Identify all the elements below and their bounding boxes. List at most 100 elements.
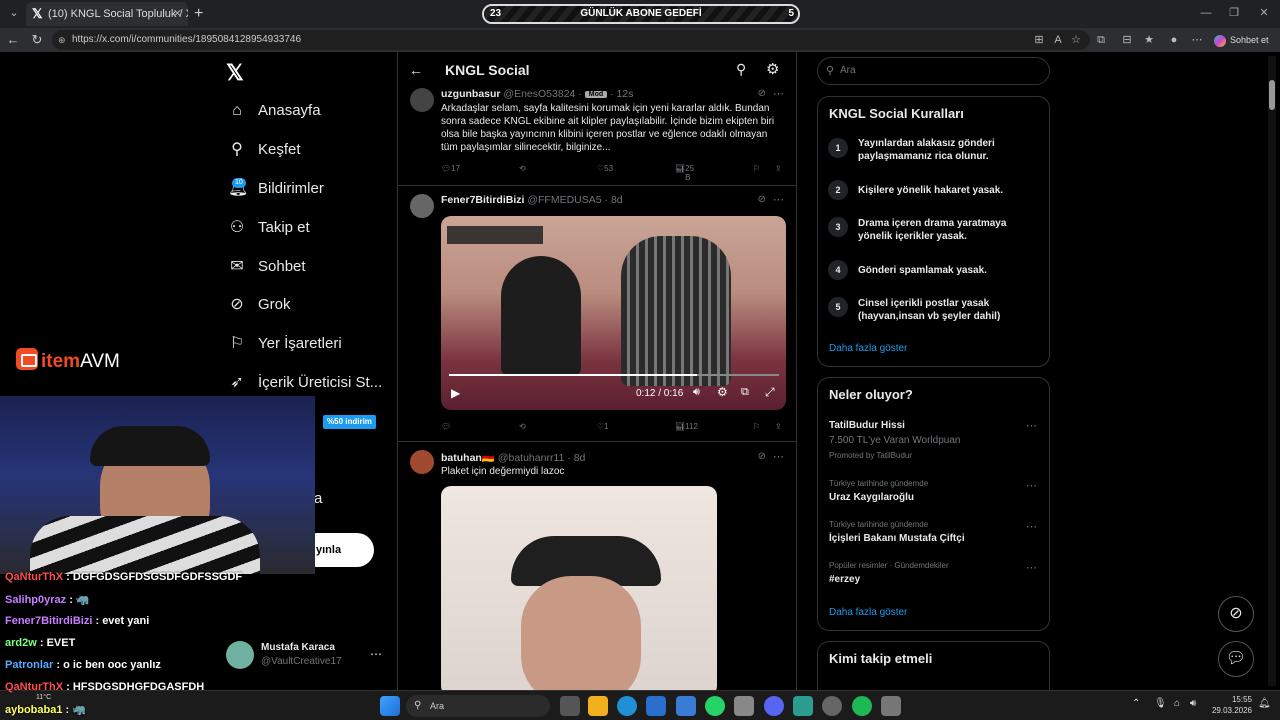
start-icon[interactable] [380, 696, 400, 716]
refresh-icon[interactable]: ↻ [27, 30, 47, 50]
discord-icon[interactable] [764, 696, 784, 716]
share-icon[interactable]: ⇪ [775, 422, 782, 431]
volume-icon[interactable]: 🔊︎ [693, 386, 700, 399]
window-close-icon[interactable]: ✕ [1254, 4, 1274, 22]
scrollbar-thumb[interactable] [1269, 80, 1275, 110]
grok-explain-icon[interactable]: ⊘ [758, 88, 766, 99]
video-player[interactable]: ▶ 0:12 / 0:16 🔊︎ ⚙ ⧉ ⤢ [441, 216, 786, 410]
messages-fab-icon[interactable]: 💬︎ [1218, 641, 1254, 677]
nav-messages[interactable]: ✉ Sohbet [228, 257, 305, 277]
taskbar-search[interactable]: ⚲ Ara [406, 695, 550, 717]
tray-expand-icon[interactable]: ⌃ [1132, 698, 1140, 709]
trend-title[interactable]: İçişleri Bakanı Mustafa Çiftçi [829, 533, 965, 544]
nav-explore[interactable]: ⚲ Keşfet [228, 140, 300, 160]
nav-grok[interactable]: ⊘ Grok [228, 295, 290, 315]
mail-app-icon[interactable] [676, 696, 696, 716]
trend-more-icon[interactable]: ⋯ [1026, 419, 1037, 432]
post-more-icon[interactable]: ⋯ [773, 87, 784, 100]
post-image[interactable] [441, 486, 717, 692]
nav-follow[interactable]: ⚇ Takip et [228, 218, 310, 238]
x-logo-icon[interactable]: 𝕏 [226, 60, 244, 86]
nav-home[interactable]: ⌂ Anasayfa [228, 101, 320, 121]
new-tab-icon[interactable]: + [194, 4, 203, 24]
back-arrow-icon[interactable]: ← [409, 62, 423, 78]
repost-icon[interactable]: ⟲ [519, 164, 526, 173]
post-avatar[interactable] [410, 88, 434, 112]
account-more-icon[interactable]: ⋯ [370, 647, 382, 661]
extensions-icon[interactable]: ⧉ [1092, 31, 1110, 49]
post-more-icon[interactable]: ⋯ [773, 193, 784, 206]
whatsapp-icon[interactable] [705, 696, 725, 716]
bookmark-post-icon[interactable]: ⚐ [753, 164, 760, 173]
settings-icon[interactable] [881, 696, 901, 716]
post-author[interactable]: batuhan🇩🇪 @batuhanrr11 · 8d [441, 451, 585, 464]
back-icon[interactable]: ← [3, 30, 23, 50]
reply-button[interactable]: 💬︎ [441, 422, 451, 431]
split-icon[interactable]: ⊟ [1118, 31, 1136, 49]
reply-button[interactable]: 💬︎ 17 [441, 164, 460, 173]
app-icon[interactable] [822, 696, 842, 716]
post[interactable]: Fener7BitirdiBizi @FFMEDUSA5 · 8d ⊘ ⋯ ▶ … [398, 186, 796, 442]
fullscreen-icon[interactable]: ⤢ [765, 385, 775, 400]
like-button[interactable]: ♡ 1 [597, 422, 609, 431]
maximize-icon[interactable]: ❐ [1224, 4, 1244, 22]
grok-explain-icon[interactable]: ⊘ [758, 194, 766, 205]
page-scrollbar[interactable] [1268, 56, 1276, 686]
site-info-icon[interactable]: ⊕ [58, 30, 66, 50]
views-button[interactable]: 📊︎ 25 B [675, 164, 694, 182]
trend-title[interactable]: Uraz Kaygılaroğlu [829, 492, 914, 503]
trend-more-icon[interactable]: ⋯ [1026, 561, 1037, 574]
bookmark-post-icon[interactable]: ⚐ [753, 422, 760, 431]
pip-icon[interactable]: ⧉ [741, 386, 749, 399]
browser-menu-icon[interactable]: ⋯ [1188, 31, 1206, 49]
file-explorer-icon[interactable] [588, 696, 608, 716]
like-button[interactable]: ♡ 53 [597, 164, 613, 173]
notification-icon[interactable]: 🔔︎ [1258, 698, 1271, 709]
settings-gear-icon[interactable]: ⚙ [766, 60, 779, 78]
search-input[interactable]: ⚲ Ara [817, 57, 1050, 85]
edge-icon[interactable] [617, 696, 637, 716]
minimize-icon[interactable]: — [1196, 4, 1216, 22]
post-avatar[interactable] [410, 450, 434, 474]
favorites-list-icon[interactable]: ★ [1140, 31, 1158, 49]
nav-partial-label[interactable]: a [314, 490, 322, 507]
avatar[interactable] [226, 641, 254, 669]
trend-more-icon[interactable]: ⋯ [1026, 520, 1037, 533]
app-icon[interactable] [793, 696, 813, 716]
tab-close-icon[interactable]: ✕ [173, 2, 182, 26]
tab-list-icon[interactable]: ⌄ [4, 3, 24, 23]
post[interactable]: uzgunbasur @EnesO53824 · Mod · 12s ⊘ ⋯ A… [398, 82, 796, 186]
trend-title[interactable]: TatilBudur Hissi [829, 420, 905, 431]
app-icon[interactable]: ⊞ [1030, 31, 1048, 49]
repost-icon[interactable]: ⟲ [519, 422, 526, 431]
nav-creator-studio[interactable]: ➶ İçerik Üreticisi St... [228, 373, 382, 393]
trend-more-icon[interactable]: ⋯ [1026, 479, 1037, 492]
share-icon[interactable]: ⇪ [775, 164, 782, 173]
spotify-icon[interactable] [852, 696, 872, 716]
volume-icon[interactable]: 🔊︎ [1190, 698, 1196, 709]
browser-tab[interactable]: 𝕏 (10) KNGL Social Topluluk / X ✕ [26, 2, 188, 26]
post-more-icon[interactable]: ⋯ [773, 450, 784, 463]
post-avatar[interactable] [410, 194, 434, 218]
grok-explain-icon[interactable]: ⊘ [758, 451, 766, 462]
url-field[interactable]: ⊕ https://x.com/i/communities/1895084128… [52, 30, 1090, 50]
post-author[interactable]: uzgunbasur @EnesO53824 · Mod · 12s [441, 88, 633, 100]
profile-icon[interactable]: ● [1165, 31, 1183, 49]
post-author[interactable]: Fener7BitirdiBizi @FFMEDUSA5 · 8d [441, 194, 623, 206]
community-search-icon[interactable]: ⚲ [736, 61, 746, 78]
favorite-icon[interactable]: ☆ [1067, 31, 1085, 49]
trend-title[interactable]: #erzey [829, 574, 860, 585]
play-icon[interactable]: ▶ [451, 386, 460, 400]
video-settings-icon[interactable]: ⚙ [717, 385, 728, 399]
network-icon[interactable]: ⌂ [1174, 698, 1180, 709]
video-progress-track[interactable] [449, 374, 779, 376]
clock[interactable]: 15:55 29.03.2026 [1206, 694, 1252, 716]
nav-bookmarks[interactable]: ⚐ Yer İşaretleri [228, 334, 342, 354]
copilot-button[interactable]: Sohbet et [1214, 32, 1269, 48]
rules-show-more-link[interactable]: Daha fazla göster [829, 343, 907, 354]
app-icon[interactable] [734, 696, 754, 716]
read-aloud-icon[interactable]: A [1049, 31, 1067, 49]
store-icon[interactable] [646, 696, 666, 716]
mic-icon[interactable]: 🎙︎ [1154, 698, 1167, 709]
views-button[interactable]: 📊︎ 112 [675, 422, 698, 431]
